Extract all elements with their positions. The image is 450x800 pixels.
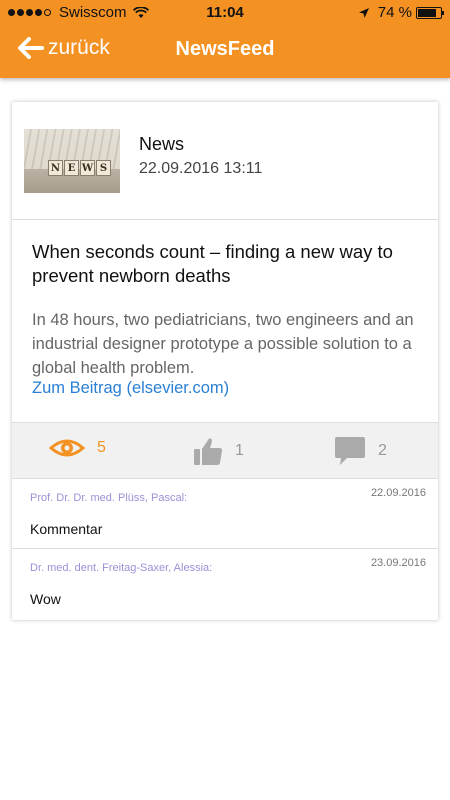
views-stat[interactable]: 5 [49,436,106,460]
post-category: News [139,134,185,154]
comment-text: Kommentar [30,521,103,537]
status-bar: Swisscom 11:04 74 % [0,0,450,26]
views-count: 5 [97,439,106,456]
thumbs-up-icon [194,438,223,465]
comment-author: Dr. med. dent. Freitag-Saxer, Alessia: [30,562,213,574]
card-header: N E W S News 22.09.2016 13:11 [12,102,438,220]
likes-count: 1 [235,442,244,459]
eye-icon [49,439,85,457]
thumbnail-letter: W [80,160,95,176]
news-thumbnail: N E W S [24,129,120,193]
thumbnail-tiles: N E W S [48,160,112,176]
comment-author: Prof. Dr. Dr. med. Plüss, Pascal: [30,492,188,504]
comment-bubble-icon [335,437,365,465]
news-card: N E W S News 22.09.2016 13:11 When secon… [12,102,438,620]
top-bar: Swisscom 11:04 74 % zurück NewsFeed [0,0,450,78]
comments-stat[interactable]: 2 [334,436,387,466]
comment-text: Wow [30,591,61,607]
navigation-bar: zurück NewsFeed [0,30,450,72]
article-link[interactable]: Zum Beitrag (elsevier.com) [32,379,229,398]
stats-bar: 5 1 2 [12,422,438,479]
comment-date: 22.09.2016 [370,487,426,499]
comment-date: 23.09.2016 [370,557,426,569]
battery-percent: 74 % [377,4,412,21]
likes-stat[interactable]: 1 [193,436,244,466]
battery-icon [416,6,444,19]
thumbnail-letter: S [96,160,111,176]
page-title: NewsFeed [175,38,275,60]
article-title: When seconds count – finding a new way t… [32,241,393,286]
thumbnail-letter: N [48,160,63,176]
status-right: 74 % [358,4,444,21]
comments-count: 2 [378,442,387,459]
thumbnail-letter: E [64,160,79,176]
comment-item: Prof. Dr. Dr. med. Plüss, Pascal: 22.09.… [12,479,438,549]
post-datetime: 22.09.2016 13:11 [139,160,263,177]
article-body: In 48 hours, two pediatricians, two engi… [32,311,414,377]
comment-item: Dr. med. dent. Freitag-Saxer, Alessia: 2… [12,549,438,619]
location-arrow-icon [358,7,369,18]
